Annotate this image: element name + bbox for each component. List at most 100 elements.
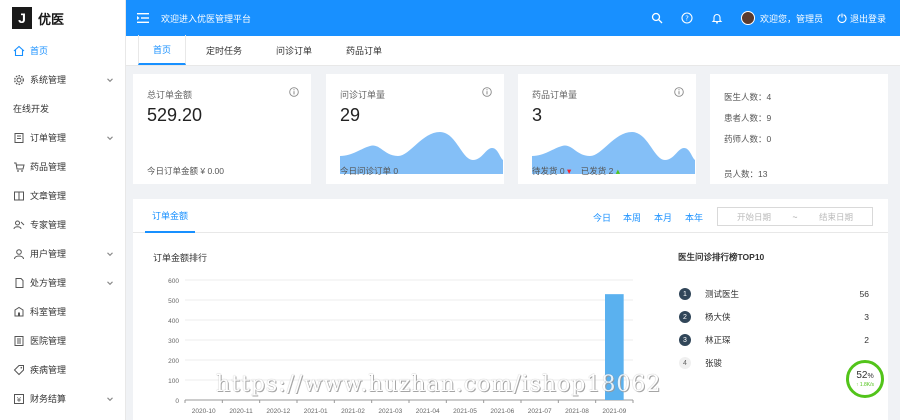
logo[interactable]: J 优医 — [0, 0, 125, 36]
sidebar-item[interactable]: 科室管理 — [0, 297, 125, 326]
doctor-name: 林正琛 — [705, 335, 731, 345]
tab-item[interactable]: 定时任务 — [192, 35, 256, 65]
bell-icon[interactable] — [711, 12, 723, 24]
header-actions: ? 欢迎您，管理员 退出登录 — [633, 11, 900, 25]
chart-title: 订单金额排行 — [153, 253, 208, 263]
card-value: 3 — [532, 105, 543, 125]
speed-rate: ↑ 1.8K/s — [855, 382, 875, 388]
chevron-down-icon — [107, 77, 113, 82]
sidebar-item[interactable]: 系统管理 — [0, 65, 125, 94]
chevron-down-icon — [107, 396, 113, 401]
doctor-count: 医生人数：4 — [724, 92, 772, 102]
ranking-title: 医生问诊排行榜TOP10 — [678, 252, 765, 262]
department-icon — [14, 306, 24, 316]
filter-today[interactable]: 今日 — [593, 211, 611, 224]
pharmacist-count: 药师人数：0 — [724, 134, 772, 144]
ranking-row: 2 杨大侠 3 — [679, 310, 869, 324]
x-tick-label: 2021-02 — [341, 408, 365, 415]
pending-label: 待发货 — [532, 166, 558, 176]
drug-orders-card: 药品订单量 3 待发货 0 ▾ 已发货 2 ▴ — [518, 74, 696, 184]
info-icon[interactable] — [674, 87, 684, 97]
y-tick-label: 600 — [168, 278, 179, 285]
user-icon — [14, 248, 24, 259]
sidebar-item[interactable]: 医院管理 — [0, 326, 125, 355]
tab-item[interactable]: 首页 — [138, 35, 187, 65]
help-icon[interactable]: ? — [681, 12, 693, 24]
card-title: 问诊订单量 — [340, 90, 386, 100]
x-tick-label: 2020-10 — [192, 408, 216, 415]
tag-icon — [13, 364, 24, 375]
sidebar-item[interactable]: 专家管理 — [0, 210, 125, 239]
rank-number: 2 — [679, 311, 691, 323]
consult-count: 2 — [864, 335, 869, 345]
y-tick-label: 100 — [168, 378, 179, 385]
card-footer: 今日问诊订单 0 — [340, 166, 399, 176]
panel-tabs: 订单金额 今日 本周 本月 本年 开始日期 ~ 结束日期 — [133, 199, 888, 233]
logout-icon — [837, 13, 847, 23]
range-separator: ~ — [792, 211, 798, 222]
filter-week[interactable]: 本周 — [623, 211, 641, 224]
doctor-name: 测试医生 — [705, 289, 740, 299]
patient-count: 患者人数：9 — [724, 113, 772, 123]
cart-icon — [14, 162, 25, 172]
date-range-picker[interactable]: 开始日期 ~ 结束日期 — [717, 207, 873, 226]
sidebar-item-label: 在线开发 — [13, 104, 50, 114]
sidebar-item-label: 财务结算 — [30, 394, 67, 404]
search-icon[interactable] — [651, 12, 663, 24]
sidebar-item[interactable]: 药品管理 — [0, 152, 125, 181]
card-title: 药品订单量 — [532, 90, 578, 100]
article-icon — [14, 191, 24, 200]
user-greeting[interactable]: 欢迎您，管理员 — [760, 12, 823, 25]
sidebar-item-label: 订单管理 — [30, 133, 67, 143]
consult-orders-card: 问诊订单量 29 今日问诊订单 0 — [326, 74, 504, 184]
x-tick-label: 2021-08 — [565, 408, 589, 415]
sidebar-item[interactable]: 订单管理 — [0, 123, 125, 152]
percent-unit: % — [867, 373, 874, 380]
menu-fold-icon[interactable] — [137, 12, 149, 24]
shipped-count: 2 — [608, 166, 614, 176]
sidebar-item[interactable]: 疾病管理 — [0, 355, 125, 384]
sidebar-item[interactable]: 首页 — [0, 36, 125, 65]
top-header: 欢迎进入优医管理平台 ? 欢迎您，管理员 退出登录 — [126, 0, 900, 36]
sidebar-menu: 首页系统管理在线开发订单管理药品管理文章管理 专家管理用户管理处方管理 科室管理医院… — [0, 36, 125, 413]
ranking-row: 1 测试医生 56 — [679, 287, 869, 301]
tab-item[interactable]: 药品订单 — [332, 35, 396, 65]
sidebar-item-label: 用户管理 — [30, 249, 67, 259]
logout-button[interactable]: 退出登录 — [837, 12, 886, 25]
people-stats-card: 医生人数：4 患者人数：9 药师人数：0 员人数：13 — [710, 74, 888, 184]
sidebar-item[interactable]: 处方管理 — [0, 268, 125, 297]
sidebar-item[interactable]: 用户管理 — [0, 239, 125, 268]
sidebar-item-label: 首页 — [30, 46, 49, 56]
logout-label: 退出登录 — [849, 13, 886, 24]
page-tabs: 首页 定时任务 问诊订单 药品订单 — [126, 35, 900, 66]
card-footer: 待发货 0 ▾ 已发货 2 ▴ — [532, 165, 620, 177]
info-icon[interactable] — [482, 87, 492, 97]
order-amount-bar-chart: 0 100 200 300 400 500 600 2020-10 2020-11 2020-12… — [168, 278, 634, 415]
filter-year[interactable]: 本年 — [685, 211, 703, 224]
y-tick-label: 500 — [168, 298, 179, 305]
network-speed-widget[interactable]: 52% ↑ 1.8K/s — [846, 360, 884, 398]
sidebar-item[interactable]: ¥ 财务结算 — [0, 384, 125, 413]
sidebar: J 优医 首页系统管理在线开发订单管理药品管理文章管理 专家管理用户管理处方管理科… — [0, 0, 126, 420]
rank-number: 3 — [679, 334, 691, 346]
tab-order-amount[interactable]: 订单金额 — [145, 199, 196, 233]
shipped-label: 已发货 — [580, 166, 607, 176]
sidebar-item-label: 药品管理 — [30, 162, 67, 172]
chevron-down-icon — [107, 280, 113, 285]
end-date-input[interactable]: 结束日期 — [800, 211, 872, 223]
consult-count: 56 — [859, 289, 869, 299]
x-tick-label: 2021-04 — [416, 408, 440, 415]
filter-month[interactable]: 本月 — [654, 211, 672, 224]
total-amount-card: 总订单金额 529.20 今日订单金额 ¥ 0.00 — [133, 74, 311, 184]
card-footer: 今日订单金额 ¥ 0.00 — [147, 166, 224, 176]
tab-item[interactable]: 问诊订单 — [262, 35, 326, 65]
avatar[interactable] — [740, 11, 755, 25]
info-icon[interactable] — [289, 87, 299, 97]
x-tick-label: 2020-11 — [229, 408, 253, 415]
y-tick-label: 300 — [168, 338, 179, 345]
sidebar-item-label: 医院管理 — [30, 336, 67, 346]
start-date-input[interactable]: 开始日期 — [718, 211, 790, 223]
x-tick-label: 2021-06 — [490, 408, 514, 415]
sidebar-item[interactable]: 在线开发 — [0, 94, 125, 123]
sidebar-item[interactable]: 文章管理 — [0, 181, 125, 210]
